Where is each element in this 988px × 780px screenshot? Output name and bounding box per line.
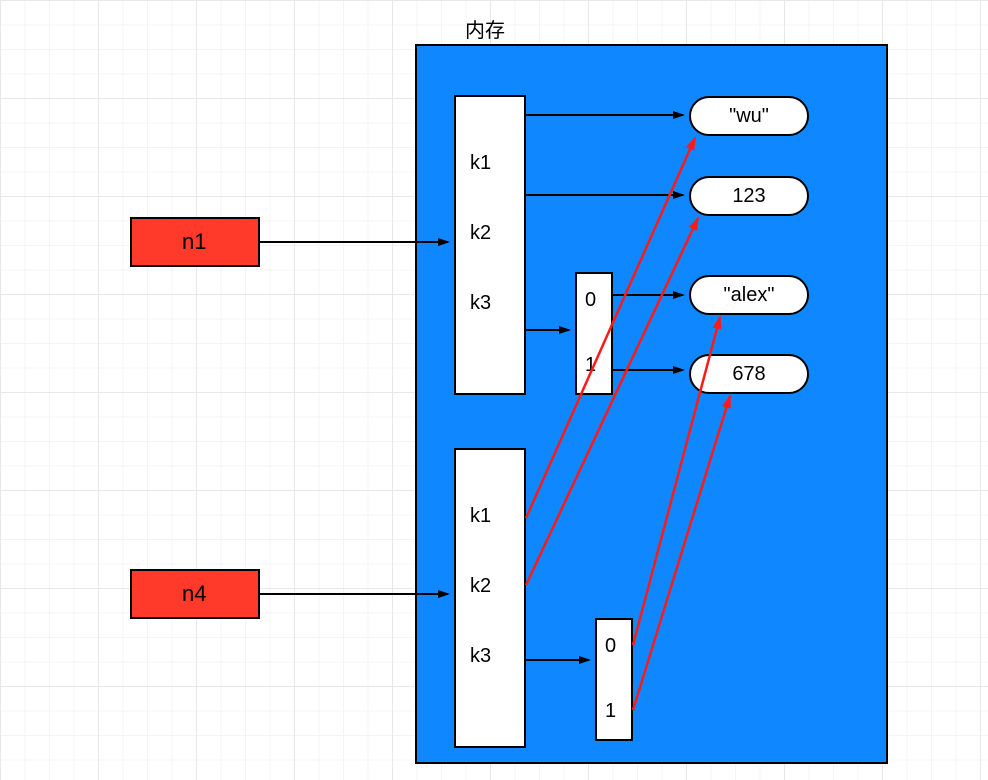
list-n4-idx1: 1	[605, 700, 616, 723]
variable-n1: n1	[130, 217, 260, 267]
diagram-canvas: 内存 n1 n4 k1 k2 k3 0 1 k1 k2 k3 0 1 "wu" …	[0, 0, 988, 780]
list-n4: 0 1	[595, 618, 633, 741]
list-n1: 0 1	[575, 272, 613, 395]
dict-n1: k1 k2 k3	[454, 95, 526, 395]
list-n1-idx1: 1	[585, 354, 596, 377]
dict-n1-k2: k2	[470, 222, 491, 245]
variable-n4: n4	[130, 569, 260, 619]
list-n1-idx0: 0	[585, 289, 596, 312]
value-678: 678	[689, 354, 809, 394]
dict-n4-k1: k1	[470, 505, 491, 528]
value-123: 123	[689, 176, 809, 216]
variable-n4-label: n4	[182, 581, 206, 607]
variable-n1-label: n1	[182, 229, 206, 255]
dict-n4: k1 k2 k3	[454, 448, 526, 748]
dict-n1-k3: k3	[470, 292, 491, 315]
dict-n1-k1: k1	[470, 152, 491, 175]
value-alex: "alex"	[689, 275, 809, 315]
dict-n4-k3: k3	[470, 645, 491, 668]
memory-title: 内存	[465, 14, 505, 43]
value-wu: "wu"	[689, 96, 809, 136]
dict-n4-k2: k2	[470, 575, 491, 598]
list-n4-idx0: 0	[605, 635, 616, 658]
